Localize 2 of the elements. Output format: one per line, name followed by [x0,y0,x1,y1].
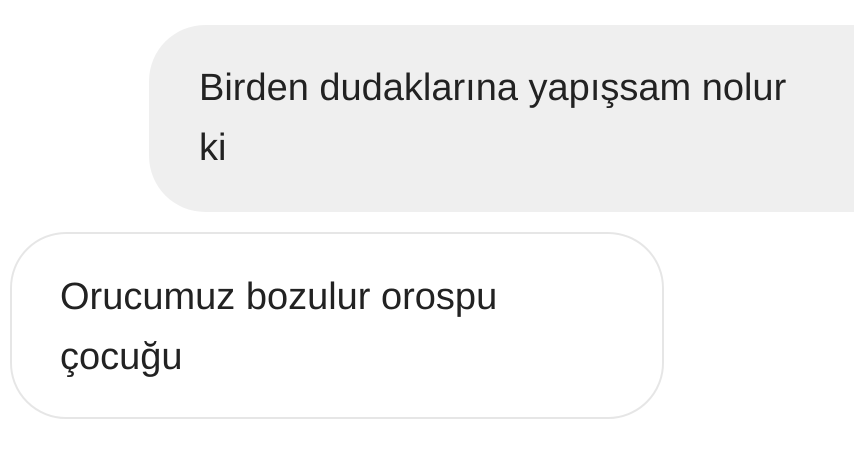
message-text: Orucumuz bozulur orospu çocuğu [60,275,498,380]
message-text: Birden dudaklarına yapışsam nolur ki [199,66,788,171]
